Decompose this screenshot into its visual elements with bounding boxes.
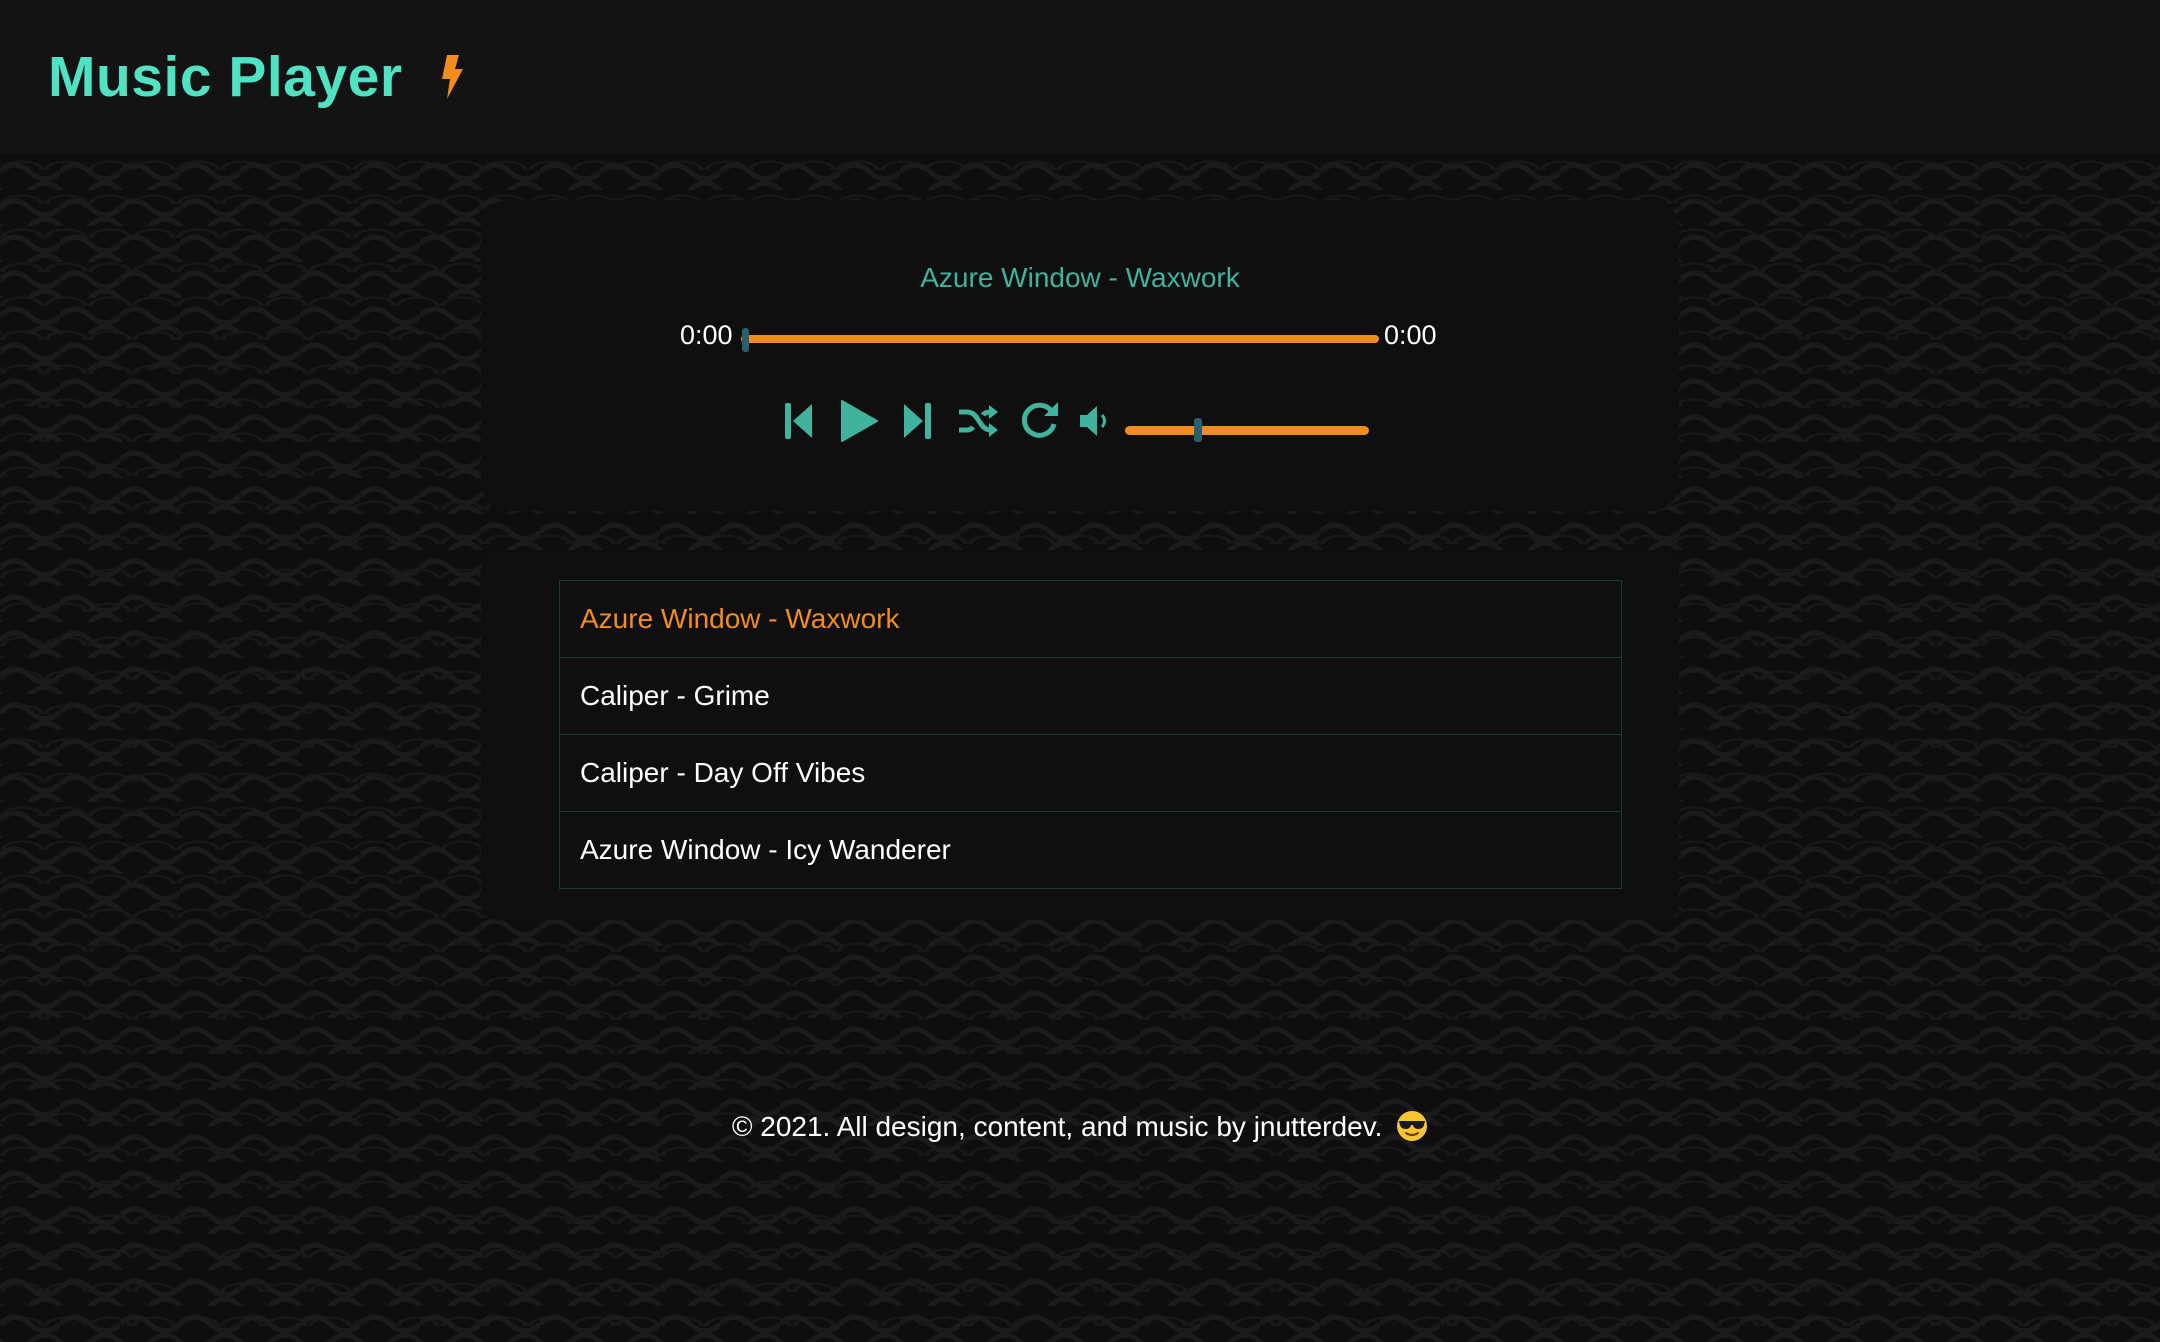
seek-handle[interactable] bbox=[742, 328, 749, 352]
seek-bar[interactable] bbox=[741, 335, 1379, 343]
app-header: Music Player bbox=[0, 0, 2160, 154]
footer-text: © 2021. All design, content, and music b… bbox=[731, 1111, 1383, 1142]
playback-controls bbox=[481, 398, 1679, 444]
volume-slider[interactable] bbox=[1125, 426, 1369, 435]
playlist-item[interactable]: Caliper - Day Off Vibes bbox=[560, 734, 1621, 811]
volume-handle[interactable] bbox=[1194, 418, 1203, 442]
current-time: 0:00 bbox=[680, 320, 733, 350]
shuffle-icon bbox=[959, 405, 998, 437]
volume-button[interactable] bbox=[1077, 398, 1113, 444]
repeat-icon bbox=[1021, 402, 1058, 438]
play-icon bbox=[841, 400, 878, 442]
playlist-card: Azure Window - Waxwork Caliper - Grime C… bbox=[481, 552, 1679, 920]
skip-back-icon bbox=[785, 403, 812, 439]
repeat-button[interactable] bbox=[1017, 398, 1061, 444]
playlist-item-active[interactable]: Azure Window - Waxwork bbox=[560, 581, 1621, 657]
player-card: Azure Window - Waxwork 0:00 0:00 bbox=[481, 200, 1679, 511]
previous-button[interactable] bbox=[781, 398, 817, 444]
playlist-item[interactable]: Azure Window - Icy Wanderer bbox=[560, 811, 1621, 888]
playlist: Azure Window - Waxwork Caliper - Grime C… bbox=[559, 580, 1622, 889]
next-button[interactable] bbox=[899, 398, 935, 444]
skip-forward-icon bbox=[904, 403, 931, 439]
volume-icon bbox=[1080, 406, 1106, 436]
now-playing-title: Azure Window - Waxwork bbox=[920, 262, 1240, 293]
footer: © 2021. All design, content, and music b… bbox=[0, 1110, 2160, 1143]
playlist-item[interactable]: Caliper - Grime bbox=[560, 657, 1621, 734]
app-title: Music Player bbox=[48, 45, 403, 109]
shuffle-button[interactable] bbox=[955, 398, 1001, 444]
lightning-bolt-icon bbox=[441, 55, 463, 99]
total-time: 0:00 bbox=[1384, 320, 1437, 350]
sunglasses-emoji-icon bbox=[1397, 1111, 1428, 1141]
play-button[interactable] bbox=[837, 398, 881, 444]
